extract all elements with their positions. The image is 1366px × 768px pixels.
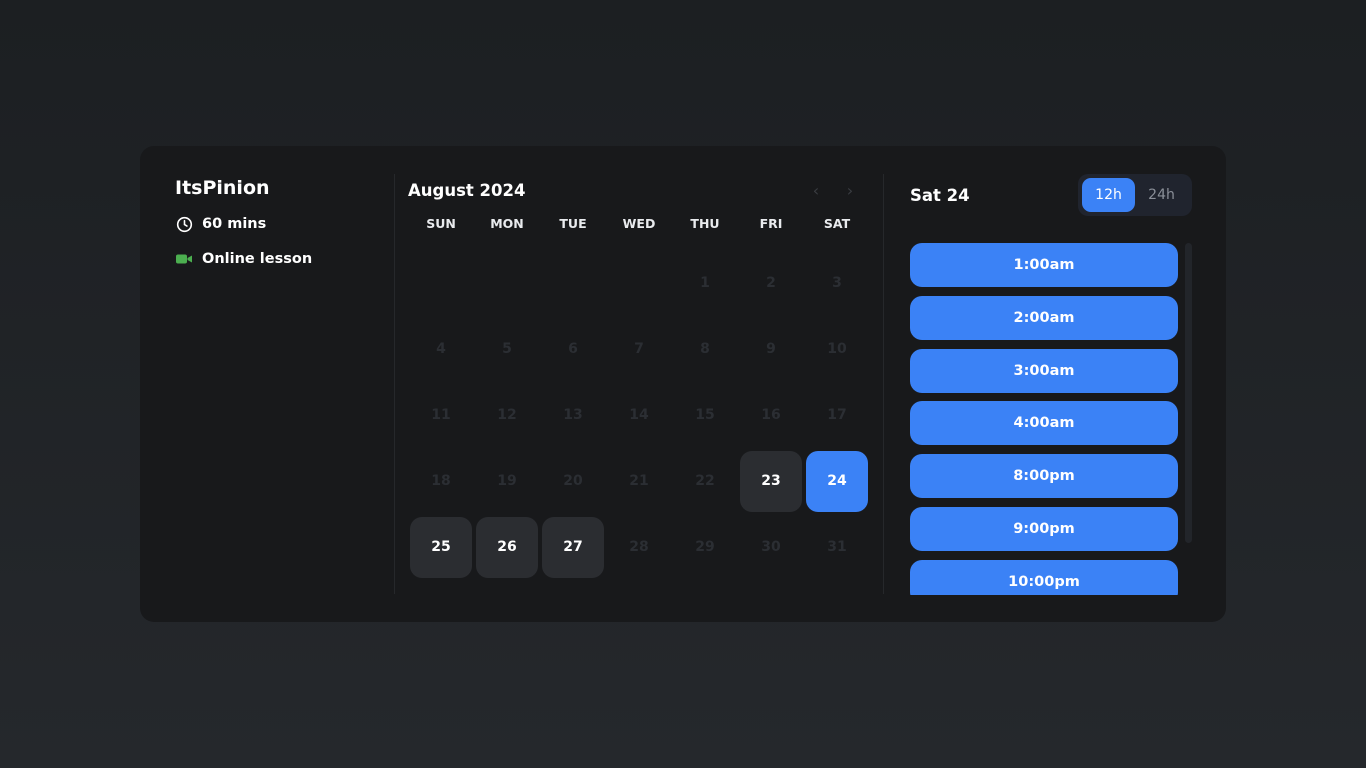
day-empty	[408, 250, 474, 316]
time-slots-header: Sat 24 12h 24h	[910, 174, 1192, 216]
event-info: ItsPinion 60 mins Online lesson	[175, 176, 395, 284]
month-nav: ‹ ›	[806, 180, 860, 200]
weekday-label: MON	[490, 216, 524, 231]
format-12h-button[interactable]: 12h	[1082, 178, 1135, 212]
chevron-right-icon[interactable]: ›	[840, 180, 860, 200]
day-unavailable: 17	[827, 407, 847, 423]
weekday-label: FRI	[759, 216, 783, 231]
weekday-label: WED	[622, 216, 656, 231]
time-slots-panel: Sat 24 12h 24h 1:00am 2:00am 3:00am 4:00…	[910, 174, 1192, 595]
booking-card: ItsPinion 60 mins Online lesson August 2…	[140, 146, 1226, 622]
day-unavailable: 5	[502, 341, 512, 357]
day-unavailable: 14	[629, 407, 649, 423]
time-slot-button[interactable]: 4:00am	[910, 401, 1178, 446]
time-slot-list[interactable]: 1:00am 2:00am 3:00am 4:00am 8:00pm 9:00p…	[910, 243, 1192, 595]
day-unavailable: 16	[761, 407, 781, 423]
day-unavailable: 28	[629, 539, 649, 555]
duration-row: 60 mins	[175, 214, 395, 234]
calendar: August 2024 ‹ › SUN MON TUE WED THU FRI …	[408, 174, 870, 580]
day-unavailable: 3	[832, 275, 842, 291]
day-unavailable: 6	[568, 341, 578, 357]
day-unavailable: 12	[497, 407, 517, 423]
day-grid: 1 2 3 4 5 6 7 8 9 10 11 12 13 14 15 16 1…	[408, 250, 870, 580]
location-row: Online lesson	[175, 249, 395, 269]
chevron-left-icon[interactable]: ‹	[806, 180, 826, 200]
weekday-label: THU	[690, 216, 720, 231]
time-slot-button[interactable]: 2:00am	[910, 295, 1178, 340]
day-available[interactable]: 26	[474, 514, 540, 580]
selected-date: Sat 24	[910, 185, 970, 205]
day-unavailable: 7	[634, 341, 644, 357]
day-unavailable: 10	[827, 341, 847, 357]
day-available[interactable]: 25	[408, 514, 474, 580]
day-unavailable: 30	[761, 539, 781, 555]
day-unavailable: 4	[436, 341, 446, 357]
day-unavailable: 13	[563, 407, 583, 423]
day-selected[interactable]: 24	[804, 448, 870, 514]
format-24h-button[interactable]: 24h	[1135, 178, 1188, 212]
clock-icon	[175, 215, 193, 233]
day-unavailable: 9	[766, 341, 776, 357]
day-available[interactable]: 27	[540, 514, 606, 580]
time-slot-button[interactable]: 10:00pm	[910, 559, 1178, 595]
weekday-label: TUE	[559, 216, 587, 231]
time-slot-button[interactable]: 3:00am	[910, 348, 1178, 393]
day-unavailable: 18	[431, 473, 451, 489]
day-empty	[606, 250, 672, 316]
time-slot-button[interactable]: 1:00am	[910, 243, 1178, 287]
weekday-label: SUN	[426, 216, 456, 231]
weekday-label: SAT	[823, 216, 851, 231]
day-unavailable: 22	[695, 473, 715, 489]
calendar-header: August 2024 ‹ ›	[408, 174, 870, 206]
day-unavailable: 15	[695, 407, 715, 423]
day-available[interactable]: 23	[738, 448, 804, 514]
day-unavailable: 31	[827, 539, 847, 555]
scrollbar[interactable]	[1185, 243, 1192, 543]
day-unavailable: 2	[766, 275, 776, 291]
time-slot-button[interactable]: 8:00pm	[910, 454, 1178, 499]
weekday-header: SUN MON TUE WED THU FRI SAT	[408, 216, 870, 236]
video-camera-icon	[175, 250, 193, 268]
month-title: August 2024	[408, 180, 526, 200]
day-unavailable: 8	[700, 341, 710, 357]
day-empty	[474, 250, 540, 316]
day-unavailable: 19	[497, 473, 517, 489]
location-label: Online lesson	[202, 251, 313, 267]
divider-left	[394, 174, 395, 594]
time-format-toggle: 12h 24h	[1078, 174, 1192, 216]
day-unavailable: 20	[563, 473, 583, 489]
day-unavailable: 21	[629, 473, 649, 489]
day-unavailable: 29	[695, 539, 715, 555]
divider-right	[883, 174, 884, 594]
duration-label: 60 mins	[202, 216, 267, 232]
day-unavailable: 11	[431, 407, 451, 423]
day-empty	[540, 250, 606, 316]
host-name: ItsPinion	[175, 177, 270, 199]
day-unavailable: 1	[700, 275, 710, 291]
time-slot-button[interactable]: 9:00pm	[910, 506, 1178, 551]
